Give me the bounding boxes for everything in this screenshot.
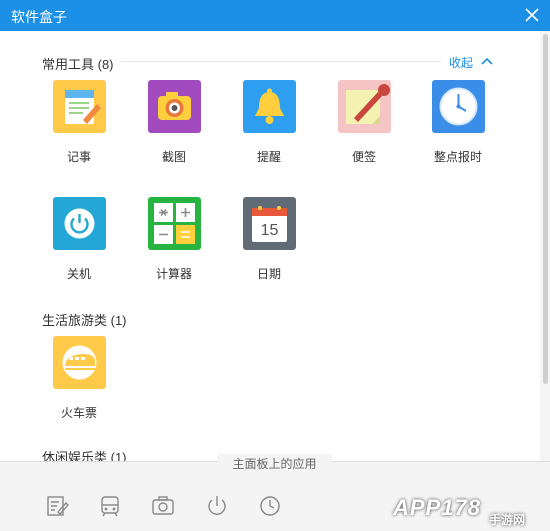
app-calculator[interactable]: 计算器	[129, 197, 219, 297]
notepad-icon	[53, 80, 106, 133]
calculator-icon	[148, 197, 201, 250]
scrollbar-thumb[interactable]	[543, 34, 548, 384]
notepad-icon[interactable]	[45, 494, 69, 518]
calendar-day: 15	[261, 222, 279, 239]
train-icon[interactable]	[98, 494, 122, 518]
section-title-travel: 生活旅游类 (1)	[42, 313, 127, 328]
app-shutdown[interactable]: 关机	[34, 197, 124, 297]
app-notepad[interactable]: 记事	[34, 80, 124, 180]
app-label: 火车票	[60, 406, 97, 420]
app-reminder[interactable]: 提醒	[224, 80, 314, 180]
camera-icon	[148, 80, 201, 133]
app-label: 提醒	[256, 150, 281, 164]
watermark-sub: 手游网	[489, 513, 526, 527]
app-label: 便签	[351, 150, 376, 164]
app-hourly-chime[interactable]: 整点报时	[413, 80, 503, 180]
clock-icon[interactable]	[258, 494, 282, 518]
clock-icon	[432, 80, 485, 133]
app-label: 关机	[66, 267, 91, 281]
app-label: 计算器	[155, 267, 192, 281]
divider	[121, 61, 441, 62]
section-title-leisure: 休闲娱乐类 (1)	[42, 450, 127, 461]
chevron-up-icon[interactable]	[480, 56, 494, 66]
app-calendar[interactable]: 15 日期	[224, 197, 314, 297]
power-icon	[53, 197, 106, 250]
app-list[interactable]: 常用工具 (8) 收起 记事 截图 提醒 便签 整点报时 关机 计算器 15 日…	[0, 31, 540, 461]
power-icon[interactable]	[205, 494, 229, 518]
app-label: 整点报时	[433, 150, 482, 164]
app-train-ticket[interactable]: 火车票	[34, 336, 124, 436]
watermark-main: APP178	[393, 495, 481, 520]
app-label: 截图	[161, 150, 186, 164]
section-title-common: 常用工具 (8)	[42, 57, 114, 72]
app-label: 日期	[256, 267, 281, 281]
window-title: 软件盒子	[11, 9, 67, 25]
sticky-note-icon	[338, 80, 391, 133]
app-label: 记事	[66, 150, 91, 164]
watermark-logo: APP178 手游网	[393, 493, 543, 527]
camera-icon[interactable]	[151, 494, 175, 518]
collapse-link[interactable]: 收起	[449, 54, 473, 71]
train-icon	[53, 336, 106, 389]
close-icon[interactable]	[523, 6, 541, 24]
app-sticky-note[interactable]: 便签	[319, 80, 409, 180]
title-bar: 软件盒子	[0, 0, 550, 31]
calendar-icon: 15	[243, 197, 296, 250]
main-panel-label: 主面板上的应用	[217, 454, 332, 474]
bell-icon	[243, 80, 296, 133]
app-screenshot[interactable]: 截图	[129, 80, 219, 180]
